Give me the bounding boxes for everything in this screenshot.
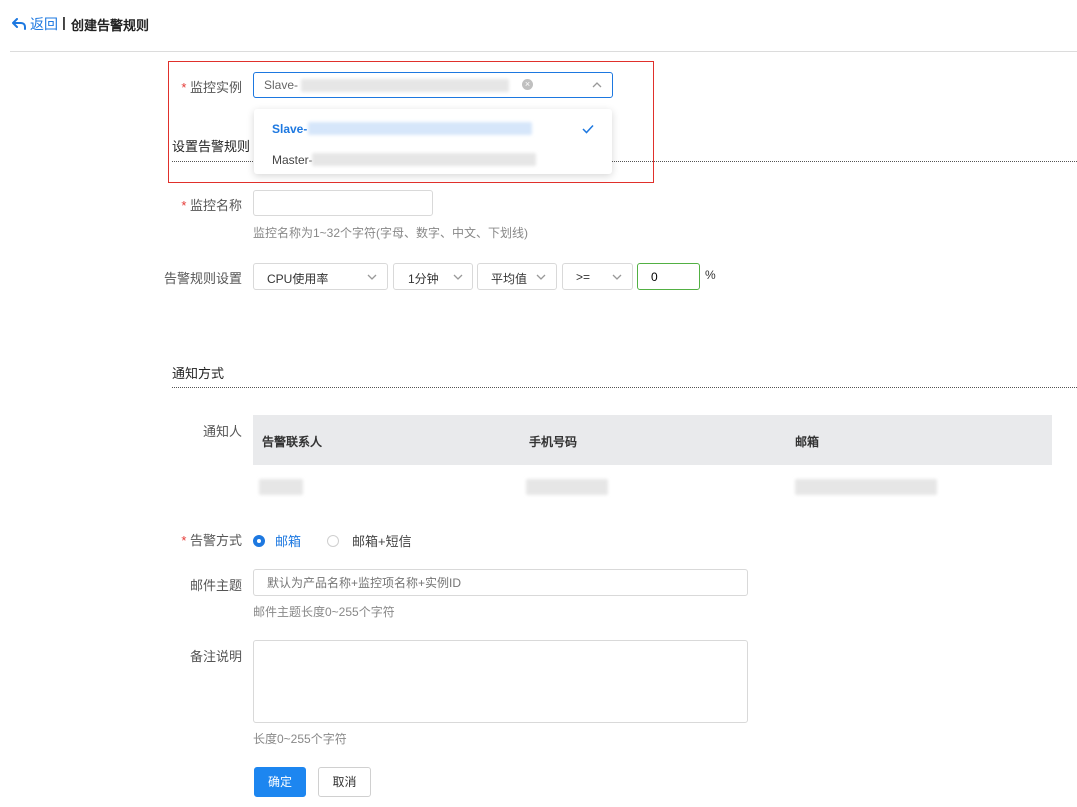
method-email-sms-radio[interactable]: 邮箱+短信 xyxy=(327,531,412,550)
highlight-rectangle xyxy=(168,61,654,183)
confirm-button[interactable]: 确定 xyxy=(254,767,306,797)
threshold-input[interactable] xyxy=(637,263,700,290)
redacted-email xyxy=(795,479,937,495)
back-label: 返回 xyxy=(30,16,58,32)
remark-hint: 长度0~255个字符 xyxy=(253,732,347,746)
remark-textarea[interactable] xyxy=(253,640,748,723)
monitor-name-hint: 监控名称为1~32个字符(字母、数字、中文、下划线) xyxy=(253,226,529,240)
method-email-label: 邮箱 xyxy=(275,534,302,549)
method-email-radio[interactable]: 邮箱 xyxy=(253,531,301,550)
aggregate-value: 平均值 xyxy=(491,272,528,286)
rule-settings-label: 告警规则设置 xyxy=(163,271,242,286)
cancel-button[interactable]: 取消 xyxy=(318,767,371,797)
subject-hint: 邮件主题长度0~255个字符 xyxy=(253,605,395,619)
contacts-table-header: 告警联系人 手机号码 邮箱 xyxy=(253,415,1052,465)
radio-selected-icon xyxy=(253,534,265,547)
threshold-unit: % xyxy=(705,268,716,282)
notify-section-divider xyxy=(172,387,1077,388)
column-contact: 告警联系人 xyxy=(262,435,323,449)
chevron-down-icon xyxy=(367,274,377,280)
contacts-label: 通知人 xyxy=(202,424,242,439)
operator-value: >= xyxy=(576,270,591,284)
column-phone: 手机号码 xyxy=(529,435,578,449)
back-button[interactable]: 返回 xyxy=(12,14,58,34)
metric-value: CPU使用率 xyxy=(267,272,329,286)
header-divider xyxy=(10,51,1077,52)
period-select[interactable]: 1分钟 xyxy=(393,263,473,290)
subject-input[interactable] xyxy=(253,569,748,596)
redacted-phone xyxy=(526,479,608,495)
method-email-sms-label: 邮箱+短信 xyxy=(352,534,412,549)
redacted-contact xyxy=(259,479,303,495)
alert-method-label: 告警方式 xyxy=(152,530,242,549)
page-title: 创建告警规则 xyxy=(71,18,150,33)
monitor-name-input[interactable] xyxy=(253,190,433,216)
notify-section-title: 通知方式 xyxy=(172,366,225,381)
back-arrow-icon xyxy=(12,18,26,30)
chevron-down-icon xyxy=(536,274,546,280)
radio-unselected-icon xyxy=(327,534,339,547)
period-value: 1分钟 xyxy=(408,272,439,286)
aggregate-select[interactable]: 平均值 xyxy=(477,263,557,290)
metric-select[interactable]: CPU使用率 xyxy=(253,263,388,290)
monitor-name-label: 监控名称 xyxy=(152,195,242,214)
chevron-down-icon xyxy=(453,274,463,280)
operator-select[interactable]: >= xyxy=(562,263,633,290)
header-separator: | xyxy=(62,14,66,30)
table-row xyxy=(253,465,1052,510)
subject-label: 邮件主题 xyxy=(189,578,242,593)
column-email: 邮箱 xyxy=(795,435,820,449)
chevron-down-icon xyxy=(612,274,622,280)
remark-label: 备注说明 xyxy=(189,649,242,664)
